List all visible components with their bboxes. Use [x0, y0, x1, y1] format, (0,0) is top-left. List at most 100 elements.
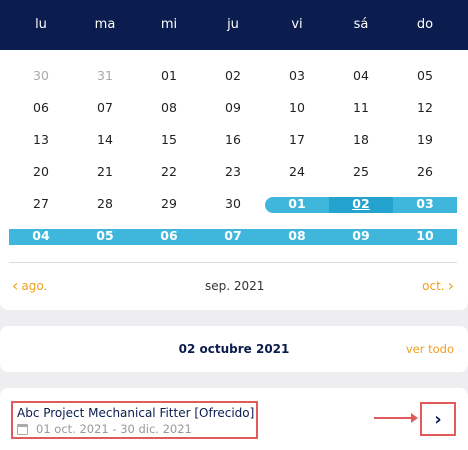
- calendar-day[interactable]: 03: [265, 64, 329, 96]
- calendar-day[interactable]: 31: [73, 64, 137, 96]
- calendar-day-number: 08: [161, 100, 177, 115]
- calendar-day-number: 31: [97, 68, 113, 83]
- calendar-week-row: 30 31 01 02 03 04 05: [9, 64, 457, 96]
- calendar-day-number: 12: [417, 100, 433, 115]
- calendar-day[interactable]: 10: [265, 96, 329, 128]
- event-info-highlight: Abc Project Mechanical Fitter [Ofrecido]…: [11, 401, 258, 439]
- calendar-day-number: 06: [160, 228, 178, 243]
- calendar-day[interactable]: 07: [73, 96, 137, 128]
- calendar-day[interactable]: 26: [393, 160, 457, 192]
- calendar-day[interactable]: 13: [9, 128, 73, 160]
- calendar-day-number: 14: [97, 132, 113, 147]
- calendar-day-number: 30: [33, 68, 49, 83]
- calendar-day[interactable]: 27: [9, 192, 73, 224]
- calendar-week-row: 06 07 08 09 10 11 12: [9, 96, 457, 128]
- calendar-day-number: 07: [224, 228, 242, 243]
- weekday-label: sá: [353, 17, 369, 32]
- calendar-day[interactable]: 10: [393, 224, 457, 256]
- chevron-left-icon: ‹: [12, 276, 19, 295]
- calendar-day[interactable]: 30: [9, 64, 73, 96]
- calendar-day[interactable]: 08: [265, 224, 329, 256]
- calendar-day[interactable]: 04: [329, 64, 393, 96]
- calendar-day[interactable]: 29: [137, 192, 201, 224]
- calendar-day[interactable]: 22: [137, 160, 201, 192]
- calendar-day[interactable]: 06: [137, 224, 201, 256]
- calendar-day[interactable]: 01: [137, 64, 201, 96]
- calendar-day-number: 05: [96, 228, 114, 243]
- calendar-day-number: 13: [33, 132, 49, 147]
- calendar-day[interactable]: 25: [329, 160, 393, 192]
- calendar-week-row: 20 21 22 23 24 25 26: [9, 160, 457, 192]
- calendar-day-number: 01: [288, 196, 306, 211]
- calendar-day-number: 18: [353, 132, 369, 147]
- event-date-range: 01 oct. 2021 - 30 dic. 2021: [17, 421, 252, 437]
- weekday-label: do: [416, 17, 434, 32]
- calendar-day-number: 11: [353, 100, 369, 115]
- chevron-right-icon: ›: [447, 276, 454, 295]
- calendar-day[interactable]: 11: [329, 96, 393, 128]
- calendar-day[interactable]: 08: [137, 96, 201, 128]
- calendar-day[interactable]: 17: [265, 128, 329, 160]
- calendar-day[interactable]: 30: [201, 192, 265, 224]
- calendar-day[interactable]: 12: [393, 96, 457, 128]
- calendar-card: lu ma mi ju vi sá do 30 31 01 02 03 04 05 06 07 0…: [0, 0, 468, 310]
- calendar-week-row: 04 05 06 07 08 09 10: [9, 224, 457, 256]
- weekday-label: mi: [160, 17, 178, 32]
- calendar-day[interactable]: 01: [265, 192, 329, 224]
- calendar-day[interactable]: 07: [201, 224, 265, 256]
- calendar-day-number: 02: [225, 68, 241, 83]
- calendar-day-number: 15: [161, 132, 177, 147]
- calendar-day[interactable]: 02: [329, 192, 393, 224]
- calendar-day[interactable]: 06: [9, 96, 73, 128]
- calendar-day[interactable]: 03: [393, 192, 457, 224]
- selected-date-bar: 02 octubre 2021 ver todo: [0, 326, 468, 372]
- calendar-day-number: 28: [97, 196, 113, 211]
- event-dates-text: 01 oct. 2021 - 30 dic. 2021: [36, 422, 192, 436]
- calendar-week-row: 13 14 15 16 17 18 19: [9, 128, 457, 160]
- calendar-day[interactable]: 18: [329, 128, 393, 160]
- calendar-day-number: 19: [417, 132, 433, 147]
- selected-date-title: 02 octubre 2021: [178, 342, 290, 356]
- calendar-day[interactable]: 04: [9, 224, 73, 256]
- calendar-day[interactable]: 15: [137, 128, 201, 160]
- prev-month-button[interactable]: ‹ ago.: [9, 276, 47, 295]
- calendar-day-number: 09: [225, 100, 241, 115]
- weekday-label: ju: [227, 17, 239, 32]
- chevron-right-icon: ›: [434, 408, 442, 430]
- calendar-day-number: 05: [417, 68, 433, 83]
- calendar-day-number: 03: [416, 196, 434, 211]
- day-grid: 30 31 01 02 03 04 05 06 07 08 09 10 11 12 13 14 15 16 17 18…: [9, 64, 457, 256]
- event-card[interactable]: Abc Project Mechanical Fitter [Ofrecido]…: [0, 388, 468, 450]
- calendar-day[interactable]: 02: [201, 64, 265, 96]
- calendar-day-number: 21: [97, 164, 113, 179]
- next-month-label: oct.: [422, 278, 445, 293]
- calendar-day[interactable]: 24: [265, 160, 329, 192]
- annotation-arrow: [374, 413, 418, 423]
- calendar-day[interactable]: 20: [9, 160, 73, 192]
- next-month-button[interactable]: oct. ›: [422, 276, 457, 295]
- open-event-button[interactable]: ›: [420, 402, 456, 436]
- weekday-label: lu: [35, 17, 47, 32]
- event-title: Abc Project Mechanical Fitter [Ofrecido]: [17, 406, 255, 420]
- calendar-day[interactable]: 16: [201, 128, 265, 160]
- calendar-day[interactable]: 05: [393, 64, 457, 96]
- calendar-day[interactable]: 09: [201, 96, 265, 128]
- calendar-day-number: 20: [33, 164, 49, 179]
- calendar-day-number: 24: [289, 164, 305, 179]
- calendar-day-number: 29: [161, 196, 177, 211]
- month-navigation: ‹ ago. sep. 2021 oct. ›: [9, 262, 457, 308]
- calendar-day[interactable]: 23: [201, 160, 265, 192]
- calendar-week-row: 27 28 29 30 01 02 03: [9, 192, 457, 224]
- current-month-label: sep. 2021: [205, 278, 265, 293]
- calendar-day[interactable]: 14: [73, 128, 137, 160]
- calendar-day[interactable]: 19: [393, 128, 457, 160]
- weekday-label: vi: [291, 17, 303, 32]
- calendar-day-number: 04: [353, 68, 369, 83]
- calendar-day[interactable]: 28: [73, 192, 137, 224]
- calendar-day[interactable]: 05: [73, 224, 137, 256]
- see-all-link[interactable]: ver todo: [406, 342, 454, 356]
- calendar-day-number: 10: [416, 228, 434, 243]
- calendar-day[interactable]: 09: [329, 224, 393, 256]
- calendar-day-number: 22: [161, 164, 177, 179]
- calendar-day[interactable]: 21: [73, 160, 137, 192]
